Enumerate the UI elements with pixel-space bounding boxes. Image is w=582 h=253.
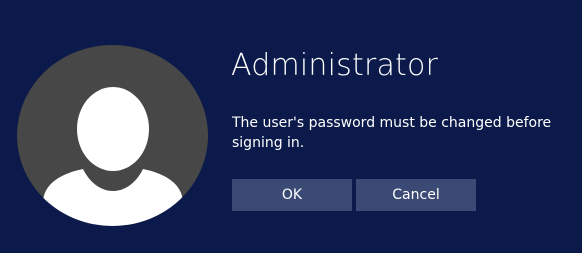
password-change-message: The user's password must be changed befo… [232, 115, 552, 151]
ok-button[interactable]: OK [232, 179, 352, 211]
cancel-button[interactable]: Cancel [356, 179, 476, 211]
user-avatar-icon [17, 45, 208, 226]
sign-in-screen: Administrator The user's password must b… [0, 0, 582, 253]
username-label: Administrator [231, 48, 439, 83]
